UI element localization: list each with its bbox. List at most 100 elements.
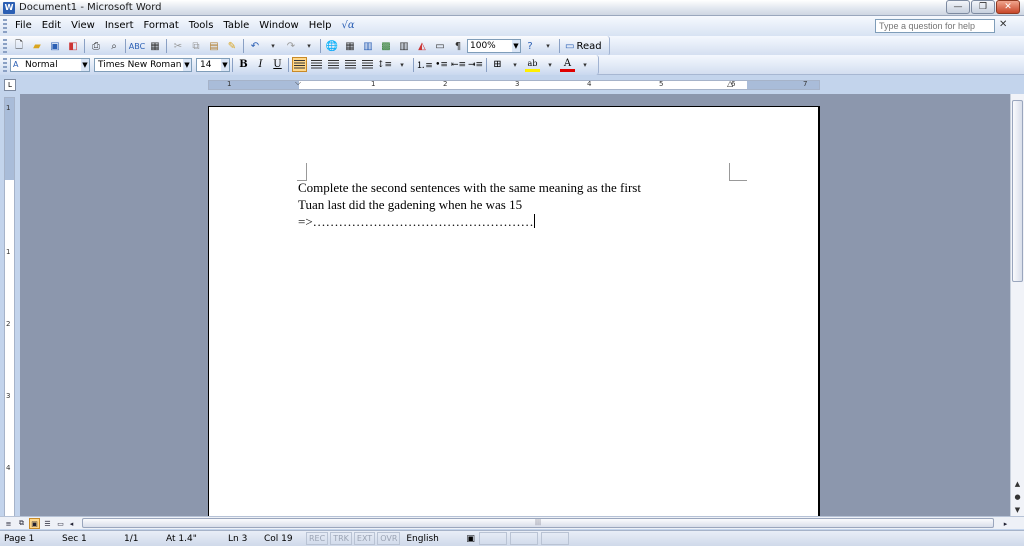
status-rec[interactable]: REC <box>306 532 329 545</box>
spelling-status-icon[interactable]: ▣ <box>462 532 479 546</box>
menu-help[interactable]: Help <box>304 17 337 35</box>
tables-borders-icon[interactable]: ▦ <box>342 38 358 54</box>
chevron-down-icon[interactable]: ▼ <box>221 58 229 71</box>
insert-table-icon[interactable]: ▥ <box>360 38 376 54</box>
menu-table[interactable]: Table <box>218 17 254 35</box>
menu-grip[interactable] <box>3 19 7 33</box>
horizontal-scrollbar[interactable]: ||| <box>78 518 1010 529</box>
restore-button[interactable]: ❐ <box>971 0 995 14</box>
show-hide-icon[interactable]: ¶ <box>450 38 466 54</box>
copy-icon[interactable]: ⧉ <box>188 38 204 54</box>
chevron-down-icon[interactable]: ▼ <box>183 58 191 71</box>
columns-icon[interactable]: ▥ <box>396 38 412 54</box>
permission-icon[interactable]: ◧ <box>65 38 81 54</box>
horizontal-ruler[interactable]: 1 1 2 3 4 5 6 7 ⌵ △ <box>208 78 820 90</box>
menu-view[interactable]: View <box>66 17 100 35</box>
zoom-dropdown[interactable]: 100% ▼ <box>467 39 521 53</box>
status-trk[interactable]: TRK <box>330 532 352 545</box>
menu-format[interactable]: Format <box>139 17 184 35</box>
next-page-icon[interactable]: ▼ <box>1011 503 1024 516</box>
outline-view-icon[interactable]: ☰ <box>42 518 53 529</box>
web-layout-icon[interactable]: ⧉ <box>16 518 27 529</box>
undo-dropdown-icon[interactable]: ▾ <box>265 38 281 54</box>
print-layout-icon[interactable]: ▣ <box>29 518 40 529</box>
redo-icon[interactable]: ↷ <box>283 38 299 54</box>
new-document-icon[interactable]: 🗋 <box>11 38 27 54</box>
status-page[interactable]: Page 1 <box>0 532 58 546</box>
toolbar-grip[interactable] <box>3 57 7 72</box>
underline-button[interactable]: U <box>270 57 285 72</box>
vertical-scrollbar[interactable]: ▲ ● ▼ <box>1010 94 1024 516</box>
first-line-indent-marker[interactable]: ⌵ <box>295 78 301 88</box>
increase-indent-button[interactable]: ⇥≡ <box>468 57 483 72</box>
redo-dropdown-icon[interactable]: ▾ <box>301 38 317 54</box>
menu-file[interactable]: File <box>10 17 37 35</box>
drawing-icon[interactable]: ◭ <box>414 38 430 54</box>
previous-page-icon[interactable]: ▲ <box>1011 477 1024 490</box>
bullets-button[interactable]: •≡ <box>434 57 449 72</box>
scroll-left-icon[interactable]: ◂ <box>66 518 77 529</box>
save-icon[interactable]: ▣ <box>47 38 63 54</box>
font-color-button[interactable]: A <box>560 57 575 72</box>
spelling-icon[interactable]: ABC <box>129 38 145 54</box>
decrease-indent-button[interactable]: ⇤≡ <box>451 57 466 72</box>
highlight-button[interactable]: ab <box>525 57 540 72</box>
print-preview-icon[interactable]: ⌕ <box>106 38 122 54</box>
read-button[interactable]: ▭ Read <box>562 41 605 52</box>
help-search-input[interactable] <box>875 19 995 33</box>
toolbar-grip[interactable] <box>3 39 7 53</box>
align-center-button[interactable] <box>309 57 324 72</box>
justify-button[interactable] <box>343 57 358 72</box>
style-dropdown[interactable]: A Normal ▼ <box>10 57 90 72</box>
close-button[interactable]: ✕ <box>996 0 1020 14</box>
close-document-icon[interactable]: ✕ <box>999 19 1007 30</box>
tab-selector[interactable]: L <box>4 79 16 91</box>
chevron-down-icon[interactable]: ▼ <box>512 40 520 52</box>
scroll-right-icon[interactable]: ▸ <box>1000 518 1011 529</box>
menu-insert[interactable]: Insert <box>100 17 139 35</box>
hyperlink-icon[interactable]: 🌐 <box>324 38 340 54</box>
paste-icon[interactable]: ▤ <box>206 38 222 54</box>
normal-view-icon[interactable]: ≡ <box>3 518 14 529</box>
document-map-icon[interactable]: ▭ <box>432 38 448 54</box>
status-ext[interactable]: EXT <box>353 532 376 545</box>
browse-object-icon[interactable]: ● <box>1011 490 1024 503</box>
research-icon[interactable]: ▦ <box>147 38 163 54</box>
help-icon[interactable]: ? <box>522 38 538 54</box>
chevron-down-icon[interactable]: ▼ <box>81 58 89 71</box>
align-right-button[interactable] <box>326 57 341 72</box>
highlight-dropdown-icon[interactable]: ▾ <box>542 57 558 73</box>
right-indent-marker[interactable]: △ <box>727 79 733 88</box>
horizontal-scroll-thumb[interactable]: ||| <box>82 518 994 528</box>
bold-button[interactable]: B <box>236 57 251 72</box>
cut-icon[interactable]: ✂ <box>170 38 186 54</box>
status-language[interactable]: English (U.S. <box>402 532 462 546</box>
document-body[interactable]: Complete the second sentences with the s… <box>298 179 641 230</box>
font-dropdown[interactable]: Times New Roman ▼ <box>94 57 192 72</box>
format-painter-icon[interactable]: ✎ <box>224 38 240 54</box>
undo-icon[interactable]: ↶ <box>247 38 263 54</box>
reading-layout-icon[interactable]: ▭ <box>55 518 66 529</box>
document-page[interactable]: Complete the second sentences with the s… <box>208 106 820 526</box>
menu-window[interactable]: Window <box>254 17 303 35</box>
print-icon[interactable]: ⎙ <box>88 38 104 54</box>
font-color-dropdown-icon[interactable]: ▾ <box>577 57 593 73</box>
border-button[interactable]: ⊞ <box>490 57 505 72</box>
vertical-scroll-thumb[interactable] <box>1012 100 1023 282</box>
vertical-ruler[interactable]: 1 1 2 3 4 <box>4 97 15 517</box>
open-folder-icon[interactable]: ▰ <box>29 38 45 54</box>
italic-button[interactable]: I <box>253 57 268 72</box>
line-spacing-dropdown-icon[interactable]: ▾ <box>394 57 410 73</box>
menu-tools[interactable]: Tools <box>184 17 219 35</box>
status-ovr[interactable]: OVR <box>377 532 401 545</box>
menu-edit[interactable]: Edit <box>37 17 66 35</box>
numbering-button[interactable]: ⒈≡ <box>416 57 433 72</box>
align-left-button[interactable] <box>292 57 307 72</box>
distributed-button[interactable] <box>360 57 375 72</box>
word-doc-icon[interactable]: W <box>3 1 15 14</box>
insert-excel-icon[interactable]: ▩ <box>378 38 394 54</box>
line-spacing-button[interactable]: ↕≡ <box>377 57 392 72</box>
minimize-button[interactable]: — <box>946 0 970 14</box>
equation-icon[interactable]: √α <box>337 17 360 35</box>
border-dropdown-icon[interactable]: ▾ <box>507 57 523 73</box>
